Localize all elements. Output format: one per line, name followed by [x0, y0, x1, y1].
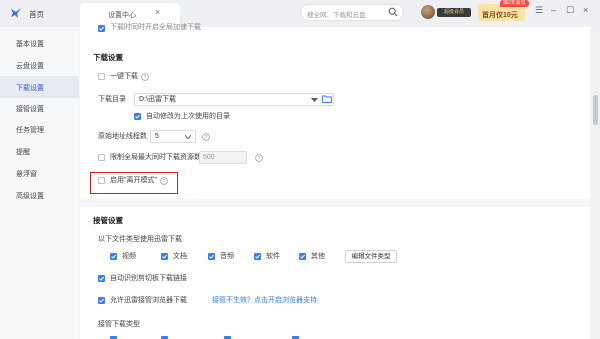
minimize-icon[interactable]: –	[551, 5, 556, 15]
sidebar-item-takeover[interactable]: 接管设置	[0, 97, 79, 119]
clipboard-label: 自动识别剪切板下载链接	[110, 275, 187, 282]
global-accel-checkbox[interactable]	[98, 25, 105, 32]
sidebar-item-cloud[interactable]: 云盘设置	[0, 54, 79, 76]
sidebar-item-advanced[interactable]: 高级设置	[0, 184, 79, 206]
one-click-checkbox[interactable]	[98, 73, 105, 80]
chevron-down-icon[interactable]	[311, 98, 318, 102]
filetype-software-checkbox[interactable]	[254, 253, 261, 260]
maximize-icon[interactable]: ☐	[566, 5, 574, 16]
sidebar-item-label: 悬浮窗	[16, 171, 37, 178]
sidebar-item-label: 提醒	[16, 149, 30, 156]
promo-label: 首月仅10元	[482, 12, 518, 19]
clipboard-checkbox[interactable]	[98, 275, 105, 282]
search-icon[interactable]	[388, 7, 398, 17]
menu-icon[interactable]: ☰	[535, 5, 543, 16]
help-icon[interactable]: ?	[255, 154, 263, 162]
filetypes-label: 以下文件类型使用迅雷下载	[98, 236, 182, 243]
sidebar-item-tasks[interactable]: 任务管理	[0, 118, 79, 140]
scrollbar-thumb[interactable]	[593, 95, 598, 125]
takeover-section-title: 接管设置	[93, 216, 123, 225]
xunlei-logo-icon[interactable]	[10, 7, 22, 19]
help-icon[interactable]: ?	[141, 73, 149, 81]
help-icon[interactable]: ?	[202, 133, 210, 141]
promo-tag: 抽3天会员	[500, 0, 529, 7]
limit-tasks-checkbox[interactable]	[98, 154, 105, 161]
filetype-software-label: 软件	[266, 253, 280, 260]
svg-text:?: ?	[205, 135, 208, 141]
tab-close-button[interactable]: ×	[155, 7, 160, 17]
sidebar-item-float-window[interactable]: 悬浮窗	[0, 162, 79, 184]
sidebar-item-download[interactable]: 下载设置	[0, 76, 79, 98]
svg-text:?: ?	[258, 156, 261, 162]
browser-takeover-checkbox[interactable]	[98, 297, 105, 304]
auto-modify-checkbox[interactable]	[134, 113, 141, 120]
section-divider	[80, 199, 590, 207]
limit-tasks-label: 限制全局最大同时下载资源数	[110, 154, 201, 161]
tab-label: 设置中心	[108, 12, 136, 19]
global-accel-label: 下载时同时开启全局加速下载	[110, 24, 201, 31]
chevron-down-icon[interactable]	[185, 135, 191, 139]
close-icon[interactable]: ×	[583, 5, 588, 15]
svg-text:?: ?	[144, 75, 147, 81]
takeover-types-label: 接管下载类型	[98, 321, 140, 328]
filetype-audio-label: 音频	[220, 253, 234, 260]
sidebar-item-label: 高级设置	[16, 193, 44, 200]
browser-support-link[interactable]: 接管不生效？点击开启浏览器支持	[212, 297, 317, 305]
filetype-video-checkbox[interactable]	[110, 253, 117, 260]
edit-filetypes-button[interactable]: 编辑文件类型	[345, 250, 397, 263]
scrollbar[interactable]	[591, 27, 600, 339]
threads-value: 5	[155, 133, 159, 140]
one-click-label: 一键下载	[110, 73, 138, 80]
folder-icon[interactable]	[322, 95, 332, 103]
filetype-doc-label: 文档	[173, 253, 187, 260]
sidebar-item-reminder[interactable]: 提醒	[0, 140, 79, 162]
highlight-box	[90, 172, 178, 194]
download-section-title: 下载设置	[93, 53, 123, 62]
sidebar-item-label: 下载设置	[16, 85, 44, 92]
sidebar-item-label: 基本设置	[16, 41, 44, 48]
sidebar-item-basic[interactable]: 基本设置	[0, 32, 79, 54]
search-input[interactable]: 搜全网、下载和云盘	[307, 9, 366, 19]
filetype-audio-checkbox[interactable]	[208, 253, 215, 260]
sidebar-item-label: 云盘设置	[16, 63, 44, 70]
limit-tasks-value: 500	[203, 154, 215, 161]
filetype-other-label: 其他	[311, 253, 325, 260]
download-dir-label: 下载目录	[98, 96, 126, 103]
filetype-other-checkbox[interactable]	[299, 253, 306, 260]
home-label[interactable]: 首页	[29, 9, 44, 20]
filetype-video-label: 视频	[122, 253, 136, 260]
threads-label: 原始地址线程数	[98, 133, 147, 140]
sidebar-item-label: 任务管理	[16, 127, 44, 134]
auto-modify-label: 自动修改为上次使用的目录	[146, 113, 230, 120]
sidebar-item-label: 接管设置	[16, 106, 44, 113]
browser-takeover-label: 允许迅雷接管浏览器下载	[110, 297, 187, 304]
avatar[interactable]	[421, 5, 435, 19]
filetype-doc-checkbox[interactable]	[161, 253, 168, 260]
download-dir-value: D:\迅雷下载	[139, 96, 176, 103]
vip-badge[interactable]: 超级会员	[437, 8, 471, 17]
